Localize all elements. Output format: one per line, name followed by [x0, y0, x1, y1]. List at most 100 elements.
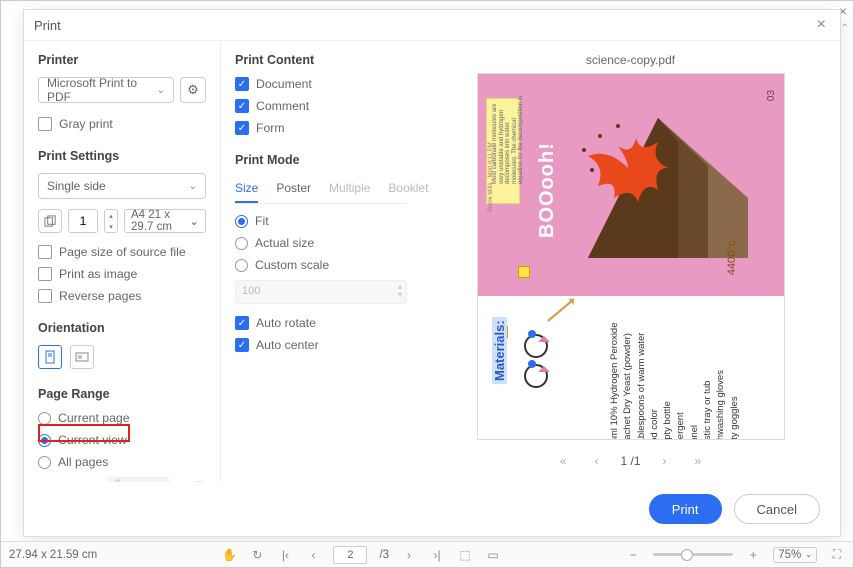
page-range-custom-radio[interactable]: Custom 2 /3 i — [38, 477, 206, 482]
pager-next-button[interactable]: › — [657, 452, 673, 470]
printer-select-value: Microsoft Print to PDF — [47, 76, 157, 104]
section-orientation: Orientation — [38, 321, 206, 335]
close-icon[interactable]: × — [813, 16, 830, 34]
pager-first-button[interactable]: « — [554, 452, 573, 470]
fit-radio[interactable]: Fit — [235, 214, 407, 228]
sides-select[interactable]: Single side ⌄ — [38, 173, 206, 199]
page-range-all-pages-radio[interactable]: All pages — [38, 455, 206, 469]
printer-select[interactable]: Microsoft Print to PDF ⌄ — [38, 77, 174, 103]
preview-page-number: 03 — [766, 90, 777, 101]
section-print-settings: Print Settings — [38, 149, 206, 163]
reverse-pages-checkbox[interactable]: Reverse pages — [38, 289, 206, 303]
landscape-icon — [75, 350, 89, 364]
print-button[interactable]: Print — [649, 494, 722, 524]
paper-size-select[interactable]: A4 21 x 29.7 cm ⌄ — [124, 209, 206, 233]
dialog-titlebar: Print × — [24, 10, 840, 41]
status-page-total: /3 — [379, 549, 389, 561]
page-range-current-view-radio[interactable]: Current view — [38, 433, 206, 447]
section-printer: Printer — [38, 53, 206, 67]
actual-size-label: Actual size — [255, 236, 314, 250]
last-page-icon[interactable]: ›| — [429, 548, 445, 562]
printer-settings-button[interactable]: ⚙ — [180, 77, 206, 103]
print-preview: 03 Most carbonate molecules are very uns… — [477, 73, 785, 440]
tab-multiple[interactable]: Multiple — [329, 177, 370, 203]
pager-last-button[interactable]: » — [689, 452, 708, 470]
preview-panel: science-copy.pdf 03 Most carbonate molec… — [421, 41, 840, 482]
zoom-in-button[interactable]: + — [745, 548, 761, 562]
first-page-icon[interactable]: |‹ — [277, 548, 293, 562]
zoom-select[interactable]: 75% ⌄ — [773, 547, 817, 563]
gear-icon: ⚙ — [187, 82, 199, 98]
chevron-down-icon: ⌄ — [805, 550, 812, 559]
hand-tool-icon[interactable]: ✋ — [221, 548, 237, 562]
app-window: × ⌃ Print × Printer Microsoft Print to P… — [0, 0, 854, 568]
left-panel: Printer Microsoft Print to PDF ⌄ ⚙ Gray … — [24, 41, 221, 482]
zoom-value: 75% — [778, 549, 801, 561]
content-document-checkbox[interactable]: ✓Document — [235, 77, 407, 91]
source-page-size-label: Page size of source file — [59, 245, 186, 259]
material-icons — [524, 334, 584, 394]
cancel-button[interactable]: Cancel — [734, 494, 820, 524]
fit-width-icon[interactable]: ⬚ — [457, 548, 473, 562]
print-as-image-label: Print as image — [59, 267, 137, 281]
auto-center-checkbox[interactable]: ✓Auto center — [235, 338, 407, 352]
content-form-checkbox[interactable]: ✓Form — [235, 121, 407, 135]
auto-center-label: Auto center — [256, 338, 319, 352]
copies-input[interactable] — [68, 209, 98, 233]
zoom-slider[interactable] — [653, 553, 733, 556]
chevron-up-icon: ▴ — [105, 210, 117, 221]
current-view-label: Current view — [58, 433, 127, 447]
scroll-up-icon[interactable]: ⌃ — [841, 23, 849, 34]
tab-size[interactable]: Size — [235, 177, 258, 203]
page-range-current-page-radio[interactable]: Current page — [38, 411, 206, 425]
print-dialog: Print × Printer Microsoft Print to PDF ⌄… — [23, 9, 841, 537]
copies-spinner[interactable]: ▴▾ — [104, 209, 118, 233]
custom-scale-radio[interactable]: Custom scale — [235, 258, 407, 272]
chevron-down-icon: ▾ — [105, 221, 117, 232]
next-page-icon[interactable]: › — [401, 548, 417, 562]
content-form-label: Form — [256, 121, 285, 135]
custom-range-input[interactable]: 2 — [107, 477, 169, 482]
sticky-note-text: Most carbonate molecules are very unstab… — [492, 94, 525, 184]
custom-scale-input: 100 ▴▾ — [235, 280, 407, 304]
chevron-down-icon: ▾ — [398, 291, 402, 299]
prev-page-icon[interactable]: ‹ — [305, 548, 321, 562]
auto-rotate-checkbox[interactable]: ✓Auto rotate — [235, 316, 407, 330]
fit-page-icon[interactable]: ▭ — [485, 548, 501, 562]
mode-tabs: Size Poster Multiple Booklet — [235, 177, 407, 204]
chevron-down-icon: ⌄ — [157, 85, 165, 96]
orientation-landscape-button[interactable] — [70, 345, 94, 369]
materials-heading: Materials — [492, 317, 507, 384]
boo-text: BOOooh! — [536, 142, 559, 238]
source-page-size-checkbox[interactable]: Page size of source file — [38, 245, 206, 259]
content-comment-checkbox[interactable]: ✓Comment — [235, 99, 407, 113]
materials-list: 125ml 10% Hydrogen Peroxide1 Sachet Dry … — [608, 323, 741, 441]
page-dimensions: 27.94 x 21.59 cm — [9, 549, 97, 561]
sides-value: Single side — [47, 179, 106, 193]
actual-size-radio[interactable]: Actual size — [235, 236, 407, 250]
fullscreen-icon[interactable]: ⛶ — [829, 547, 845, 562]
orientation-portrait-button[interactable] — [38, 345, 62, 369]
tab-poster[interactable]: Poster — [276, 177, 311, 203]
collate-button[interactable] — [38, 209, 62, 233]
rotate-icon[interactable]: ↻ — [249, 548, 265, 562]
current-page-label: Current page — [58, 411, 130, 425]
pager-prev-button[interactable]: ‹ — [588, 452, 604, 470]
status-bar: 27.94 x 21.59 cm ✋ ↻ |‹ ‹ /3 › ›| ⬚ ▭ − … — [1, 541, 853, 567]
zoom-out-button[interactable]: − — [625, 548, 641, 562]
collate-icon — [44, 215, 57, 228]
preview-filename: science-copy.pdf — [586, 53, 675, 67]
fit-label: Fit — [255, 214, 269, 228]
info-icon[interactable]: i — [192, 481, 206, 482]
annotation-author: Brook Mills Mon 4:11 PM — [488, 142, 494, 212]
auto-rotate-label: Auto rotate — [256, 316, 316, 330]
print-as-image-checkbox[interactable]: Print as image — [38, 267, 206, 281]
middle-panel: Print Content ✓Document ✓Comment ✓Form P… — [221, 41, 421, 482]
section-page-range: Page Range — [38, 387, 206, 401]
status-page-input[interactable] — [333, 546, 367, 564]
all-pages-label: All pages — [58, 455, 108, 469]
dialog-title: Print — [34, 18, 61, 33]
chevron-down-icon: ⌄ — [189, 214, 199, 228]
gray-print-checkbox[interactable]: Gray print — [38, 117, 206, 131]
content-comment-label: Comment — [256, 99, 309, 113]
